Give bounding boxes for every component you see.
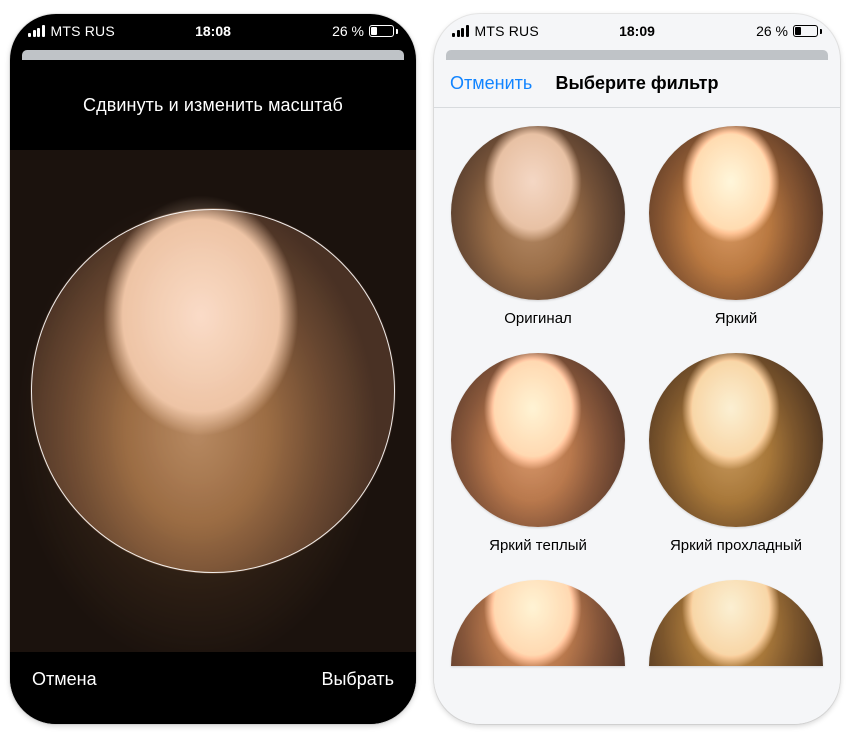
clock-label: 18:09: [619, 23, 655, 39]
crop-footer: Отмена Выбрать: [10, 652, 416, 724]
filter-label: Яркий прохладный: [670, 537, 802, 554]
filter-thumb: [649, 580, 823, 666]
carrier-label: MTS RUS: [475, 23, 539, 39]
filter-label: Оригинал: [504, 310, 572, 327]
crop-screen: Сдвинуть и изменить масштаб Отмена Выбра…: [10, 60, 416, 724]
crop-canvas[interactable]: [10, 150, 416, 652]
filter-screen: Отменить Выберите фильтр Оригинал Яркий: [434, 60, 840, 724]
cancel-button[interactable]: Отмена: [32, 669, 97, 690]
filter-thumb: [451, 580, 625, 666]
status-bar: MTS RUS 18:09 26 %: [434, 14, 840, 48]
filter-thumb: [451, 126, 625, 300]
filter-option-original[interactable]: Оригинал: [448, 126, 628, 345]
battery-percent: 26 %: [332, 23, 364, 39]
sheet-grab-bar: [446, 50, 828, 60]
crop-mask: [10, 150, 416, 652]
sheet-grab-bar: [22, 50, 404, 60]
two-device-stage: MTS RUS 18:08 26 % Сдвинуть и изменить м…: [10, 14, 846, 724]
device-crop: MTS RUS 18:08 26 % Сдвинуть и изменить м…: [10, 14, 416, 724]
battery-icon: [369, 25, 398, 37]
filter-nav: Отменить Выберите фильтр: [434, 60, 840, 108]
filter-option-bright-cool[interactable]: Яркий прохладный: [646, 353, 826, 572]
carrier-label: MTS RUS: [51, 23, 115, 39]
filter-option-peek[interactable]: [646, 580, 826, 666]
filter-option-bright-warm[interactable]: Яркий теплый: [448, 353, 628, 572]
battery-percent: 26 %: [756, 23, 788, 39]
signal-icon: [28, 25, 45, 37]
filter-thumb: [649, 353, 823, 527]
clock-label: 18:08: [195, 23, 231, 39]
status-bar: MTS RUS 18:08 26 %: [10, 14, 416, 48]
filter-label: Яркий: [715, 310, 758, 327]
filter-thumb: [451, 353, 625, 527]
filter-grid[interactable]: Оригинал Яркий Яркий теплый Яркий прохла…: [434, 108, 840, 724]
battery-icon: [793, 25, 822, 37]
choose-button[interactable]: Выбрать: [321, 669, 394, 690]
filter-option-peek[interactable]: [448, 580, 628, 666]
signal-icon: [452, 25, 469, 37]
filter-label: Яркий теплый: [489, 537, 587, 554]
cancel-button[interactable]: Отменить: [434, 73, 532, 94]
device-filters: MTS RUS 18:09 26 % Отменить Выберите фил…: [434, 14, 840, 724]
crop-instruction: Сдвинуть и изменить масштаб: [10, 60, 416, 150]
filter-option-bright[interactable]: Яркий: [646, 126, 826, 345]
filter-thumb: [649, 126, 823, 300]
